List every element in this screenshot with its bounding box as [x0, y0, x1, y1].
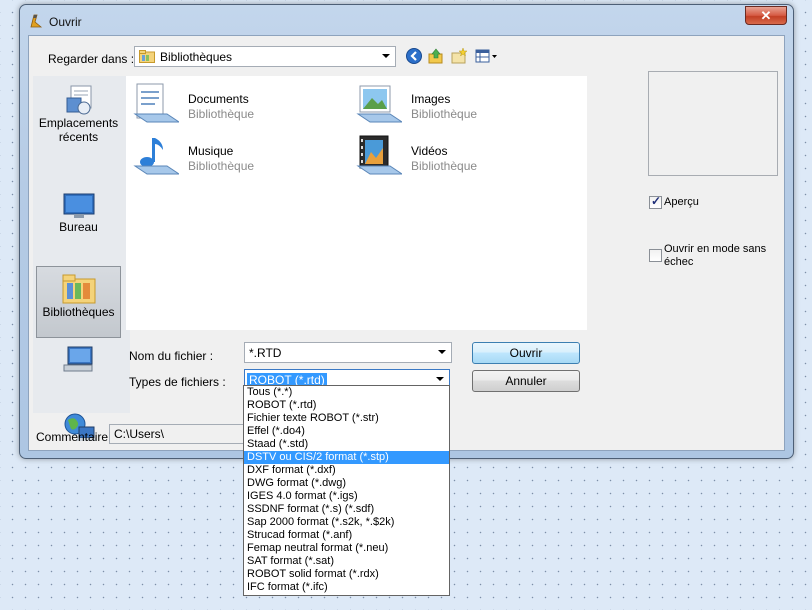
- dropdown-option[interactable]: Staad (*.std): [244, 438, 449, 451]
- dropdown-option-highlighted[interactable]: DSTV ou CIS/2 format (*.stp): [244, 451, 449, 464]
- file-list-view[interactable]: Documents Bibliothèque Images Bibliothèq…: [126, 76, 587, 330]
- dropdown-option[interactable]: ROBOT solid format (*.rdx): [244, 568, 449, 581]
- filename-input[interactable]: *.RTD: [244, 342, 452, 363]
- library-music[interactable]: Musique Bibliothèque: [133, 134, 353, 182]
- comment-label: Commentaire:: [36, 430, 112, 444]
- library-name: Documents: [188, 92, 249, 106]
- library-videos[interactable]: Vidéos Bibliothèque: [356, 134, 576, 182]
- filename-value: *.RTD: [249, 346, 282, 360]
- look-in-value: Bibliothèques: [160, 50, 233, 64]
- chevron-down-icon[interactable]: [382, 54, 390, 58]
- up-folder-icon[interactable]: [427, 47, 445, 65]
- dropdown-option[interactable]: Effel (*.do4): [244, 425, 449, 438]
- recent-places-icon: [66, 85, 91, 115]
- computer-icon: [63, 346, 92, 372]
- dropdown-option[interactable]: DWG format (*.dwg): [244, 477, 449, 490]
- library-documents[interactable]: Documents Bibliothèque: [133, 82, 353, 130]
- dropdown-option[interactable]: ROBOT (*.rtd): [244, 399, 449, 412]
- cancel-button[interactable]: Annuler: [472, 370, 580, 392]
- documents-library-icon: [133, 83, 179, 123]
- look-in-select[interactable]: Bibliothèques: [134, 46, 396, 67]
- place-label: Emplacements récents: [38, 116, 119, 144]
- filename-label: Nom du fichier :: [129, 349, 214, 363]
- library-images[interactable]: Images Bibliothèque: [356, 82, 576, 130]
- place-libraries[interactable]: Bibliothèques: [36, 266, 121, 338]
- videos-library-icon: [356, 135, 402, 175]
- library-type: Bibliothèque: [411, 107, 478, 121]
- images-library-icon: [356, 85, 402, 123]
- window-title: Ouvrir: [49, 15, 82, 29]
- title-bar[interactable]: Ouvrir ✕: [20, 5, 793, 35]
- places-bar: Emplacements récents Bureau Bibliothèque…: [33, 76, 130, 441]
- safe-mode-checkbox[interactable]: [649, 249, 662, 262]
- comment-value: C:\Users\: [114, 427, 165, 441]
- filetype-dropdown-list[interactable]: Tous (*.*) ROBOT (*.rtd) Fichier texte R…: [243, 385, 450, 596]
- library-name: Musique: [188, 144, 234, 158]
- safe-mode-checkbox-label: Ouvrir en mode sans échec: [664, 243, 767, 268]
- dropdown-option[interactable]: IGES 4.0 format (*.igs): [244, 490, 449, 503]
- place-recent[interactable]: Emplacements récents: [36, 84, 121, 146]
- library-type: Bibliothèque: [188, 107, 255, 121]
- dropdown-option[interactable]: Strucad format (*.anf): [244, 529, 449, 542]
- library-type: Bibliothèque: [411, 159, 478, 173]
- libraries-folder-icon: [139, 50, 155, 63]
- dropdown-option[interactable]: Fichier texte ROBOT (*.str): [244, 412, 449, 425]
- dropdown-option[interactable]: IFC format (*.ifc): [244, 581, 449, 594]
- place-computer[interactable]: [36, 344, 121, 378]
- filetype-label: Types de fichiers :: [129, 375, 226, 389]
- place-label: Bibliothèques: [42, 305, 115, 319]
- preview-pane: [648, 71, 778, 176]
- new-folder-icon[interactable]: [450, 47, 468, 65]
- chevron-down-icon[interactable]: [436, 377, 444, 381]
- dropdown-option[interactable]: Tous (*.*): [244, 386, 449, 399]
- comment-field: C:\Users\: [109, 424, 249, 444]
- libraries-icon: [62, 274, 95, 304]
- dropdown-option[interactable]: SSDNF format (*.s) (*.sdf): [244, 503, 449, 516]
- preview-checkbox-label: Aperçu: [664, 196, 699, 208]
- open-button[interactable]: Ouvrir: [472, 342, 580, 364]
- robot-app-icon: [30, 14, 43, 28]
- dropdown-option[interactable]: Femap neutral format (*.neu): [244, 542, 449, 555]
- look-in-label: Regarder dans :: [48, 52, 135, 66]
- view-menu-icon[interactable]: [475, 47, 499, 65]
- library-name: Vidéos: [411, 144, 448, 158]
- music-library-icon: [133, 138, 179, 175]
- chevron-down-icon[interactable]: [438, 350, 446, 354]
- library-name: Images: [411, 92, 451, 106]
- desktop-icon: [63, 193, 94, 218]
- close-button[interactable]: ✕: [745, 6, 787, 25]
- dropdown-option[interactable]: DXF format (*.dxf): [244, 464, 449, 477]
- place-label: Bureau: [59, 220, 98, 234]
- back-icon[interactable]: [405, 47, 423, 65]
- dropdown-option[interactable]: Sap 2000 format (*.s2k, *.$2k): [244, 516, 449, 529]
- dropdown-option[interactable]: SAT format (*.sat): [244, 555, 449, 568]
- preview-checkbox[interactable]: [649, 194, 662, 209]
- library-type: Bibliothèque: [188, 159, 255, 173]
- place-desktop[interactable]: Bureau: [36, 192, 121, 242]
